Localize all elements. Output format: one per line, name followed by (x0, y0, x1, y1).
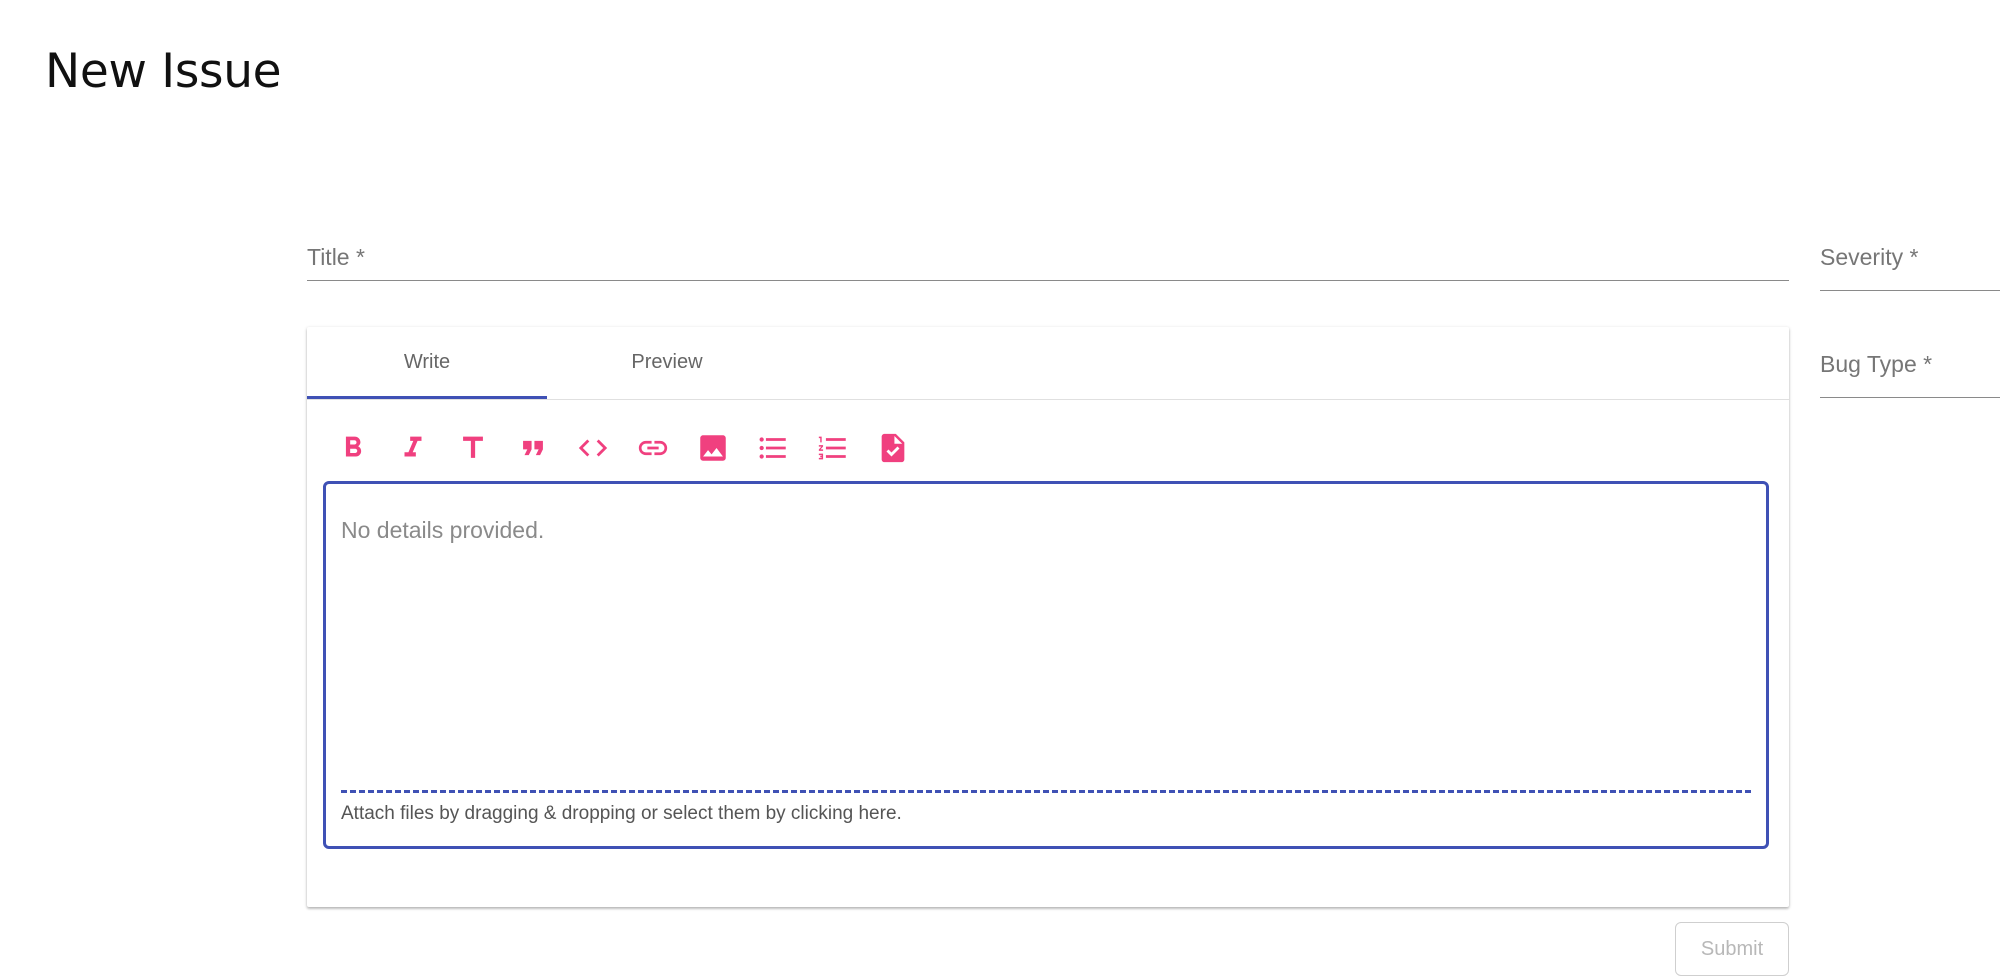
link-icon (638, 440, 668, 456)
page-title: New Issue (45, 44, 282, 99)
title-field[interactable]: Title * (307, 243, 1789, 281)
task-list-button[interactable] (863, 426, 923, 470)
bold-button[interactable] (323, 426, 383, 470)
code-icon (578, 439, 608, 457)
header-button[interactable] (443, 426, 503, 470)
description-textarea[interactable]: No details provided. Attach files by dra… (323, 481, 1769, 849)
unordered-list-icon (759, 437, 786, 459)
bug-type-select[interactable]: Bug Type * (1820, 350, 2000, 398)
quote-button[interactable] (503, 426, 563, 470)
tab-write[interactable]: Write (307, 327, 547, 399)
attach-files-text: Attach files by dragging & dropping or s… (341, 803, 902, 824)
severity-label: Severity * (1820, 244, 1919, 270)
ordered-list-icon (818, 436, 846, 460)
bug-type-underline (1820, 397, 2000, 398)
unordered-list-button[interactable] (743, 426, 803, 470)
bold-icon (345, 436, 362, 457)
tab-write-label: Write (403, 351, 451, 373)
bug-type-label: Bug Type * (1820, 351, 1933, 377)
editor-toolbar (323, 426, 923, 470)
tab-preview[interactable]: Preview (547, 327, 787, 398)
image-button[interactable] (683, 426, 743, 470)
submit-button[interactable]: Submit (1675, 922, 1789, 976)
link-button[interactable] (623, 426, 683, 470)
quote-icon (523, 440, 543, 456)
attach-files-zone[interactable]: Attach files by dragging & dropping or s… (341, 790, 1751, 825)
ordered-list-button[interactable] (803, 426, 863, 470)
title-label: Title * (307, 244, 365, 270)
tab-preview-label: Preview (631, 351, 703, 373)
editor-tabs: Write Preview (307, 327, 1789, 400)
image-icon (700, 435, 726, 461)
description-placeholder: No details provided. (341, 517, 545, 543)
markdown-editor: Write Preview No details provided. Attac… (307, 327, 1789, 907)
active-tab-indicator (307, 396, 547, 399)
header-icon (463, 436, 483, 458)
code-button[interactable] (563, 426, 623, 470)
severity-underline (1820, 290, 2000, 291)
italic-button[interactable] (383, 426, 443, 470)
checked-file-icon (881, 433, 905, 463)
severity-select[interactable]: Severity * (1820, 243, 2000, 291)
italic-icon (404, 436, 422, 457)
title-underline (307, 280, 1789, 281)
